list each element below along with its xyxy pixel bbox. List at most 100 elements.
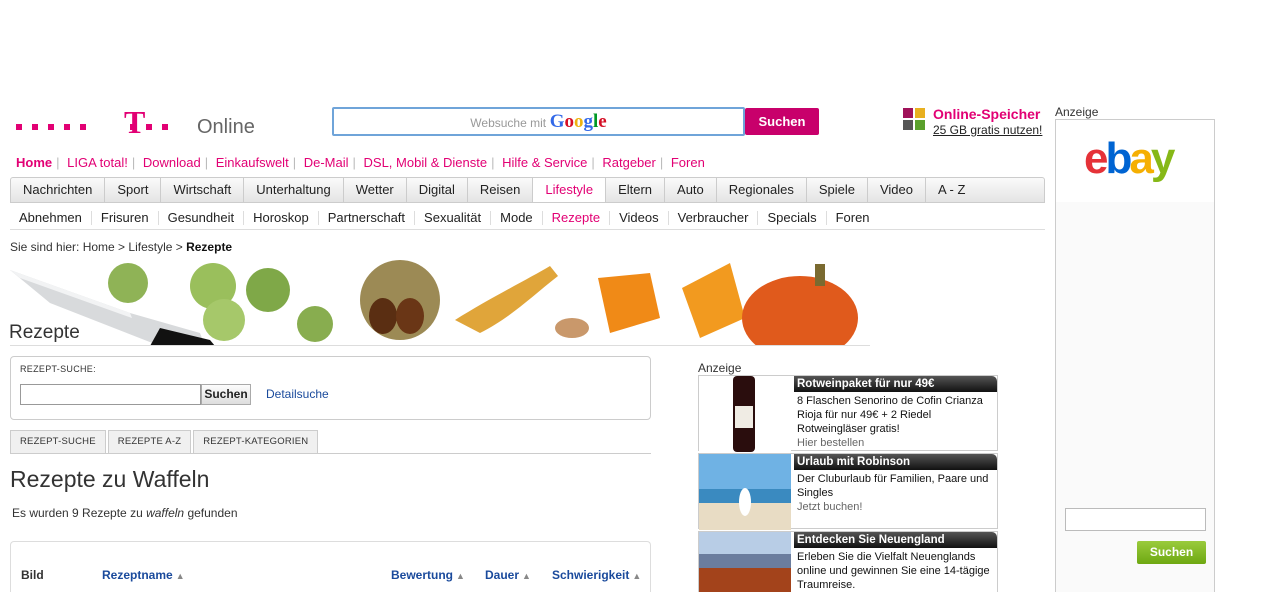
- nav-lifestyle[interactable]: Lifestyle: [533, 178, 607, 202]
- top-link-dsl[interactable]: DSL, Mobil & Dienste: [364, 155, 488, 170]
- nav-wetter[interactable]: Wetter: [344, 178, 407, 202]
- nav-spiele[interactable]: Spiele: [807, 178, 868, 202]
- found-term: waffeln: [146, 506, 185, 520]
- google-logo: Google: [549, 111, 607, 132]
- nav-a-z[interactable]: A - Z: [926, 178, 989, 202]
- results-count: Es wurden 9 Rezepte zu waffeln gefunden: [12, 506, 238, 520]
- found-post: gefunden: [184, 506, 238, 520]
- col-dauer[interactable]: Dauer ▲︎: [485, 568, 531, 582]
- subnav-videos[interactable]: Videos: [610, 210, 669, 225]
- top-link-einkaufswelt[interactable]: Einkaufswelt: [216, 155, 289, 170]
- subnav-horoskop[interactable]: Horoskop: [244, 210, 319, 225]
- top-link-demail[interactable]: De-Mail: [304, 155, 349, 170]
- top-link-hilfe[interactable]: Hilfe & Service: [502, 155, 587, 170]
- logo-dots: [16, 118, 178, 133]
- pumpkin-slices: [598, 263, 745, 338]
- ad-neuengland[interactable]: Entdecken Sie Neuengland Erleben Sie die…: [698, 531, 998, 592]
- top-link-foren[interactable]: Foren: [671, 155, 705, 170]
- anzeige-label: Anzeige: [698, 361, 742, 375]
- top-link-download[interactable]: Download: [143, 155, 201, 170]
- pumpkin: [742, 264, 858, 345]
- banner-title: Rezepte: [9, 322, 80, 343]
- top-link-home[interactable]: Home: [16, 155, 52, 170]
- subnav-specials[interactable]: Specials: [758, 210, 827, 225]
- detailsuche-link[interactable]: Detailsuche: [266, 387, 329, 401]
- web-search-button[interactable]: Suchen: [745, 108, 819, 135]
- nav-video[interactable]: Video: [868, 178, 926, 202]
- ebay-search-button[interactable]: Suchen: [1137, 541, 1206, 564]
- ad-cta: Jetzt buchen!: [797, 501, 863, 513]
- search-placeholder: Websuche mit: [470, 116, 547, 130]
- subnav-mode[interactable]: Mode: [491, 210, 543, 225]
- anzeige-label-right: Anzeige: [1055, 105, 1099, 119]
- landscape-image: [699, 532, 791, 592]
- nav-reisen[interactable]: Reisen: [468, 178, 534, 202]
- tab-rezepte-a-z[interactable]: REZEPTE A-Z: [107, 430, 192, 453]
- nav-eltern[interactable]: Eltern: [606, 178, 666, 202]
- ad-body: Der Cluburlaub für Familien, Paare und S…: [797, 473, 989, 513]
- main-nav: Nachrichten Sport Wirtschaft Unterhaltun…: [10, 177, 1045, 203]
- subnav-abnehmen[interactable]: Abnehmen: [10, 210, 92, 225]
- col-rezeptname[interactable]: Rezeptname ▲︎: [102, 568, 185, 582]
- sub-nav: Abnehmen Frisuren Gesundheit Horoskop Pa…: [10, 206, 1045, 230]
- recipe-search-input[interactable]: [20, 384, 201, 405]
- ad-cta: Hier bestellen: [797, 437, 865, 449]
- sort-icon: ▲︎: [456, 571, 465, 581]
- ad-rotwein[interactable]: Rotweinpaket für nur 49€ 8 Flaschen Seno…: [698, 375, 998, 452]
- nav-wirtschaft[interactable]: Wirtschaft: [161, 178, 245, 202]
- nav-sport[interactable]: Sport: [105, 178, 162, 202]
- col-bewertung[interactable]: Bewertung ▲︎: [391, 568, 465, 582]
- ebay-search-input[interactable]: [1065, 508, 1206, 531]
- subnav-partnerschaft[interactable]: Partnerschaft: [319, 210, 416, 225]
- ad-title: Urlaub mit Robinson: [794, 454, 997, 470]
- ad-robinson[interactable]: Urlaub mit Robinson Der Cluburlaub für F…: [698, 453, 998, 530]
- telekom-logo[interactable]: T Online: [16, 104, 256, 140]
- breadcrumb-current: Rezepte: [186, 240, 233, 254]
- col-bild: Bild: [21, 568, 44, 582]
- recipe-search-button[interactable]: Suchen: [201, 384, 251, 405]
- recipe-tabs: REZEPT-SUCHE REZEPTE A-Z REZEPT-KATEGORI…: [10, 430, 651, 454]
- breadcrumb: Sie sind hier: Home > Lifestyle > Rezept…: [10, 240, 232, 254]
- logo-online-text: Online: [197, 116, 255, 138]
- ad-title: Rotweinpaket für nur 49€: [794, 376, 997, 392]
- subnav-rezepte[interactable]: Rezepte: [543, 210, 611, 225]
- top-links: Home | LIGA total! | Download | Einkaufswel…: [16, 155, 705, 170]
- subnav-gesundheit[interactable]: Gesundheit: [159, 210, 245, 225]
- sort-icon: ▲︎: [522, 571, 531, 581]
- recipe-search-box: REZEPT-SUCHE: Suchen Detailsuche: [10, 356, 651, 420]
- mushrooms: [455, 266, 589, 338]
- found-pre: Es wurden 9 Rezepte zu: [12, 506, 147, 520]
- speicher-link[interactable]: 25 GB gratis nutzen!: [933, 123, 1042, 137]
- chestnuts: [360, 260, 440, 340]
- recipe-table: Bild Rezeptname ▲︎ Bewertung ▲︎ Dauer ▲︎ Sc…: [10, 541, 651, 592]
- nav-nachrichten[interactable]: Nachrichten: [11, 178, 106, 202]
- beach-image: [699, 454, 791, 530]
- subnav-foren[interactable]: Foren: [827, 210, 879, 225]
- tab-rezept-suche[interactable]: REZEPT-SUCHE: [10, 430, 106, 453]
- top-link-ratgeber[interactable]: Ratgeber: [602, 155, 655, 170]
- subnav-frisuren[interactable]: Frisuren: [92, 210, 159, 225]
- ebay-logo[interactable]: ebay: [1084, 134, 1175, 184]
- breadcrumb-path[interactable]: Sie sind hier: Home > Lifestyle >: [10, 240, 186, 254]
- nav-auto[interactable]: Auto: [665, 178, 717, 202]
- subnav-sexualitaet[interactable]: Sexualität: [415, 210, 492, 225]
- recipe-search-label: REZEPT-SUCHE:: [20, 364, 96, 374]
- sort-icon: ▲︎: [175, 571, 185, 581]
- top-link-liga[interactable]: LIGA total!: [67, 155, 128, 170]
- web-search-input[interactable]: Websuche mit Google: [332, 107, 745, 136]
- logo-t: T: [124, 104, 146, 140]
- page-title: Rezepte zu Waffeln: [10, 466, 210, 492]
- speicher-title: Online-Speicher: [933, 106, 1041, 122]
- ad-title: Entdecken Sie Neuengland: [794, 532, 997, 548]
- online-speicher-promo[interactable]: Online-Speicher 25 GB gratis nutzen!: [903, 106, 1053, 138]
- nav-digital[interactable]: Digital: [407, 178, 468, 202]
- col-schwierigkeit[interactable]: Schwierigkeit ▲︎: [552, 568, 641, 582]
- sort-icon: ▲︎: [632, 571, 642, 581]
- ad-body: 8 Flaschen Senorino de Cofin Crianza Rio…: [797, 395, 983, 449]
- recipe-banner-image: [10, 258, 870, 346]
- storage-icon: [903, 108, 927, 132]
- nav-unterhaltung[interactable]: Unterhaltung: [244, 178, 344, 202]
- tab-rezept-kategorien[interactable]: REZEPT-KATEGORIEN: [193, 430, 319, 453]
- nav-regionales[interactable]: Regionales: [717, 178, 807, 202]
- subnav-verbraucher[interactable]: Verbraucher: [669, 210, 759, 225]
